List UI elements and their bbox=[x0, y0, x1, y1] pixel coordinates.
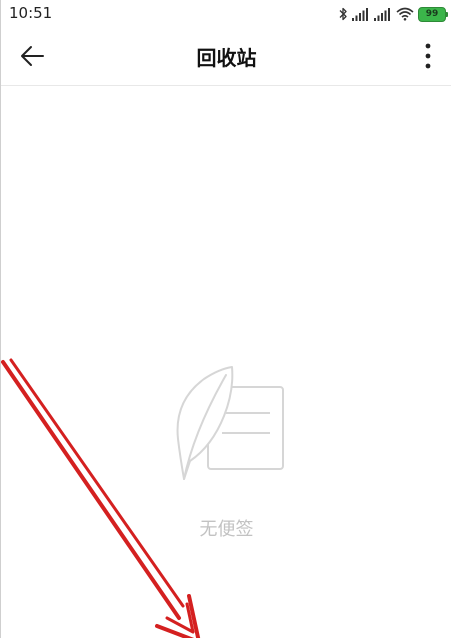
feather-note-icon bbox=[176, 366, 284, 480]
status-bar: 10:51 99 bbox=[1, 0, 451, 28]
app-header: 回收站 bbox=[1, 28, 451, 86]
empty-message: 无便签 bbox=[199, 519, 254, 540]
more-vertical-icon bbox=[425, 43, 431, 69]
signal-icon bbox=[374, 8, 390, 21]
signal-icon bbox=[352, 8, 368, 21]
battery-icon: 99 bbox=[418, 6, 448, 22]
empty-state: 无便签 bbox=[1, 355, 451, 555]
status-time: 10:51 bbox=[9, 4, 53, 22]
wifi-icon bbox=[396, 7, 414, 21]
bluetooth-icon bbox=[339, 7, 347, 21]
status-icons: 99 bbox=[338, 5, 448, 23]
battery-level: 99 bbox=[425, 9, 439, 19]
recycle-bin-screen: 10:51 99 回收站 无便签 bbox=[0, 0, 451, 638]
more-options-button[interactable] bbox=[418, 40, 438, 72]
page-title: 回收站 bbox=[196, 46, 257, 70]
